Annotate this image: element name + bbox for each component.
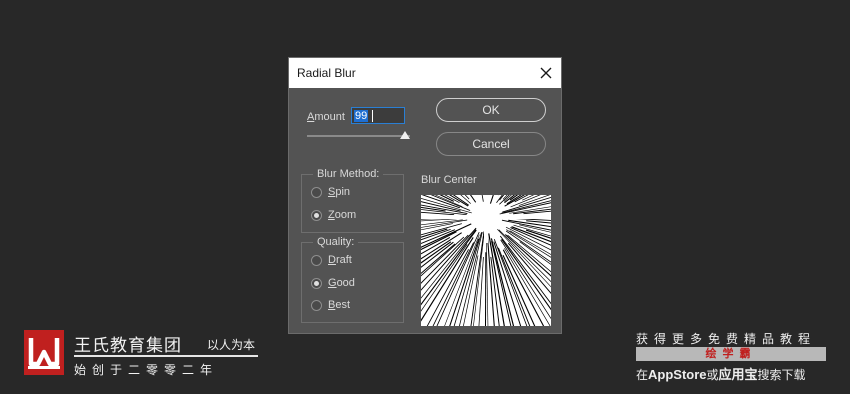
dialog-title: Radial Blur <box>297 66 356 80</box>
radio-best[interactable] <box>311 300 322 311</box>
cancel-button[interactable]: Cancel <box>436 132 546 156</box>
brand-logo <box>24 330 64 375</box>
radial-blur-dialog: Radial Blur Amount 99 OK Cancel Blur Met… <box>288 57 646 378</box>
radio-good[interactable] <box>311 278 322 289</box>
slider-thumb-icon[interactable] <box>400 131 410 139</box>
quality-group: Quality: Draft Good Best <box>301 236 404 323</box>
zoom-streak <box>409 249 469 359</box>
close-icon[interactable] <box>535 62 557 84</box>
good-label: Good <box>328 277 355 289</box>
zoom-streak <box>499 91 587 201</box>
radio-draft[interactable] <box>311 255 322 266</box>
radio-zoom[interactable] <box>311 210 322 221</box>
zoom-streak <box>506 229 623 302</box>
brand-slogan: 以人为本 <box>207 338 256 352</box>
blur-method-title: Blur Method: <box>313 168 384 181</box>
w-logo-icon <box>28 338 60 369</box>
zoom-streak <box>475 256 484 377</box>
dialog-titlebar: Radial Blur <box>289 58 561 88</box>
radio-spin[interactable] <box>311 187 322 198</box>
zoom-streak <box>508 219 645 241</box>
amount-input[interactable]: 99 <box>351 107 405 124</box>
zoom-preview-graphic <box>326 57 646 378</box>
blur-method-group: Blur Method: Spin Zoom <box>301 168 404 233</box>
brand-founded: 始创于二零零二年 <box>74 363 219 377</box>
blur-center-label: Blur Center <box>421 174 477 186</box>
spin-label: Spin <box>328 186 351 198</box>
amount-value: 99 <box>354 110 369 122</box>
amount-label: Amount <box>307 111 345 123</box>
watermark-divider <box>74 355 258 357</box>
zoom-streak <box>486 57 497 197</box>
promo-download-text: 在AppStore或应用宝搜索下载 <box>636 367 806 382</box>
quality-title: Quality: <box>313 236 359 249</box>
promo-headline: 获得更多免费精品教程 <box>636 332 817 346</box>
blur-center-preview[interactable] <box>326 57 646 378</box>
zoom-streak <box>501 238 579 349</box>
brand-name: 王氏教育集团 <box>74 336 182 355</box>
zoom-streak <box>484 252 487 378</box>
zoom-label: Zoom <box>328 209 357 221</box>
center-crosshair-vertical <box>484 195 488 243</box>
text-caret <box>372 110 373 122</box>
draft-label: Draft <box>328 254 352 266</box>
amount-slider-track[interactable] <box>307 135 410 137</box>
promo-app-name: 绘学霸 <box>636 347 826 361</box>
zoom-streak <box>504 248 568 356</box>
ok-button[interactable]: OK <box>436 98 546 122</box>
best-label: Best <box>328 299 351 311</box>
zoom-streak <box>331 223 462 260</box>
zoom-streak <box>463 231 485 376</box>
